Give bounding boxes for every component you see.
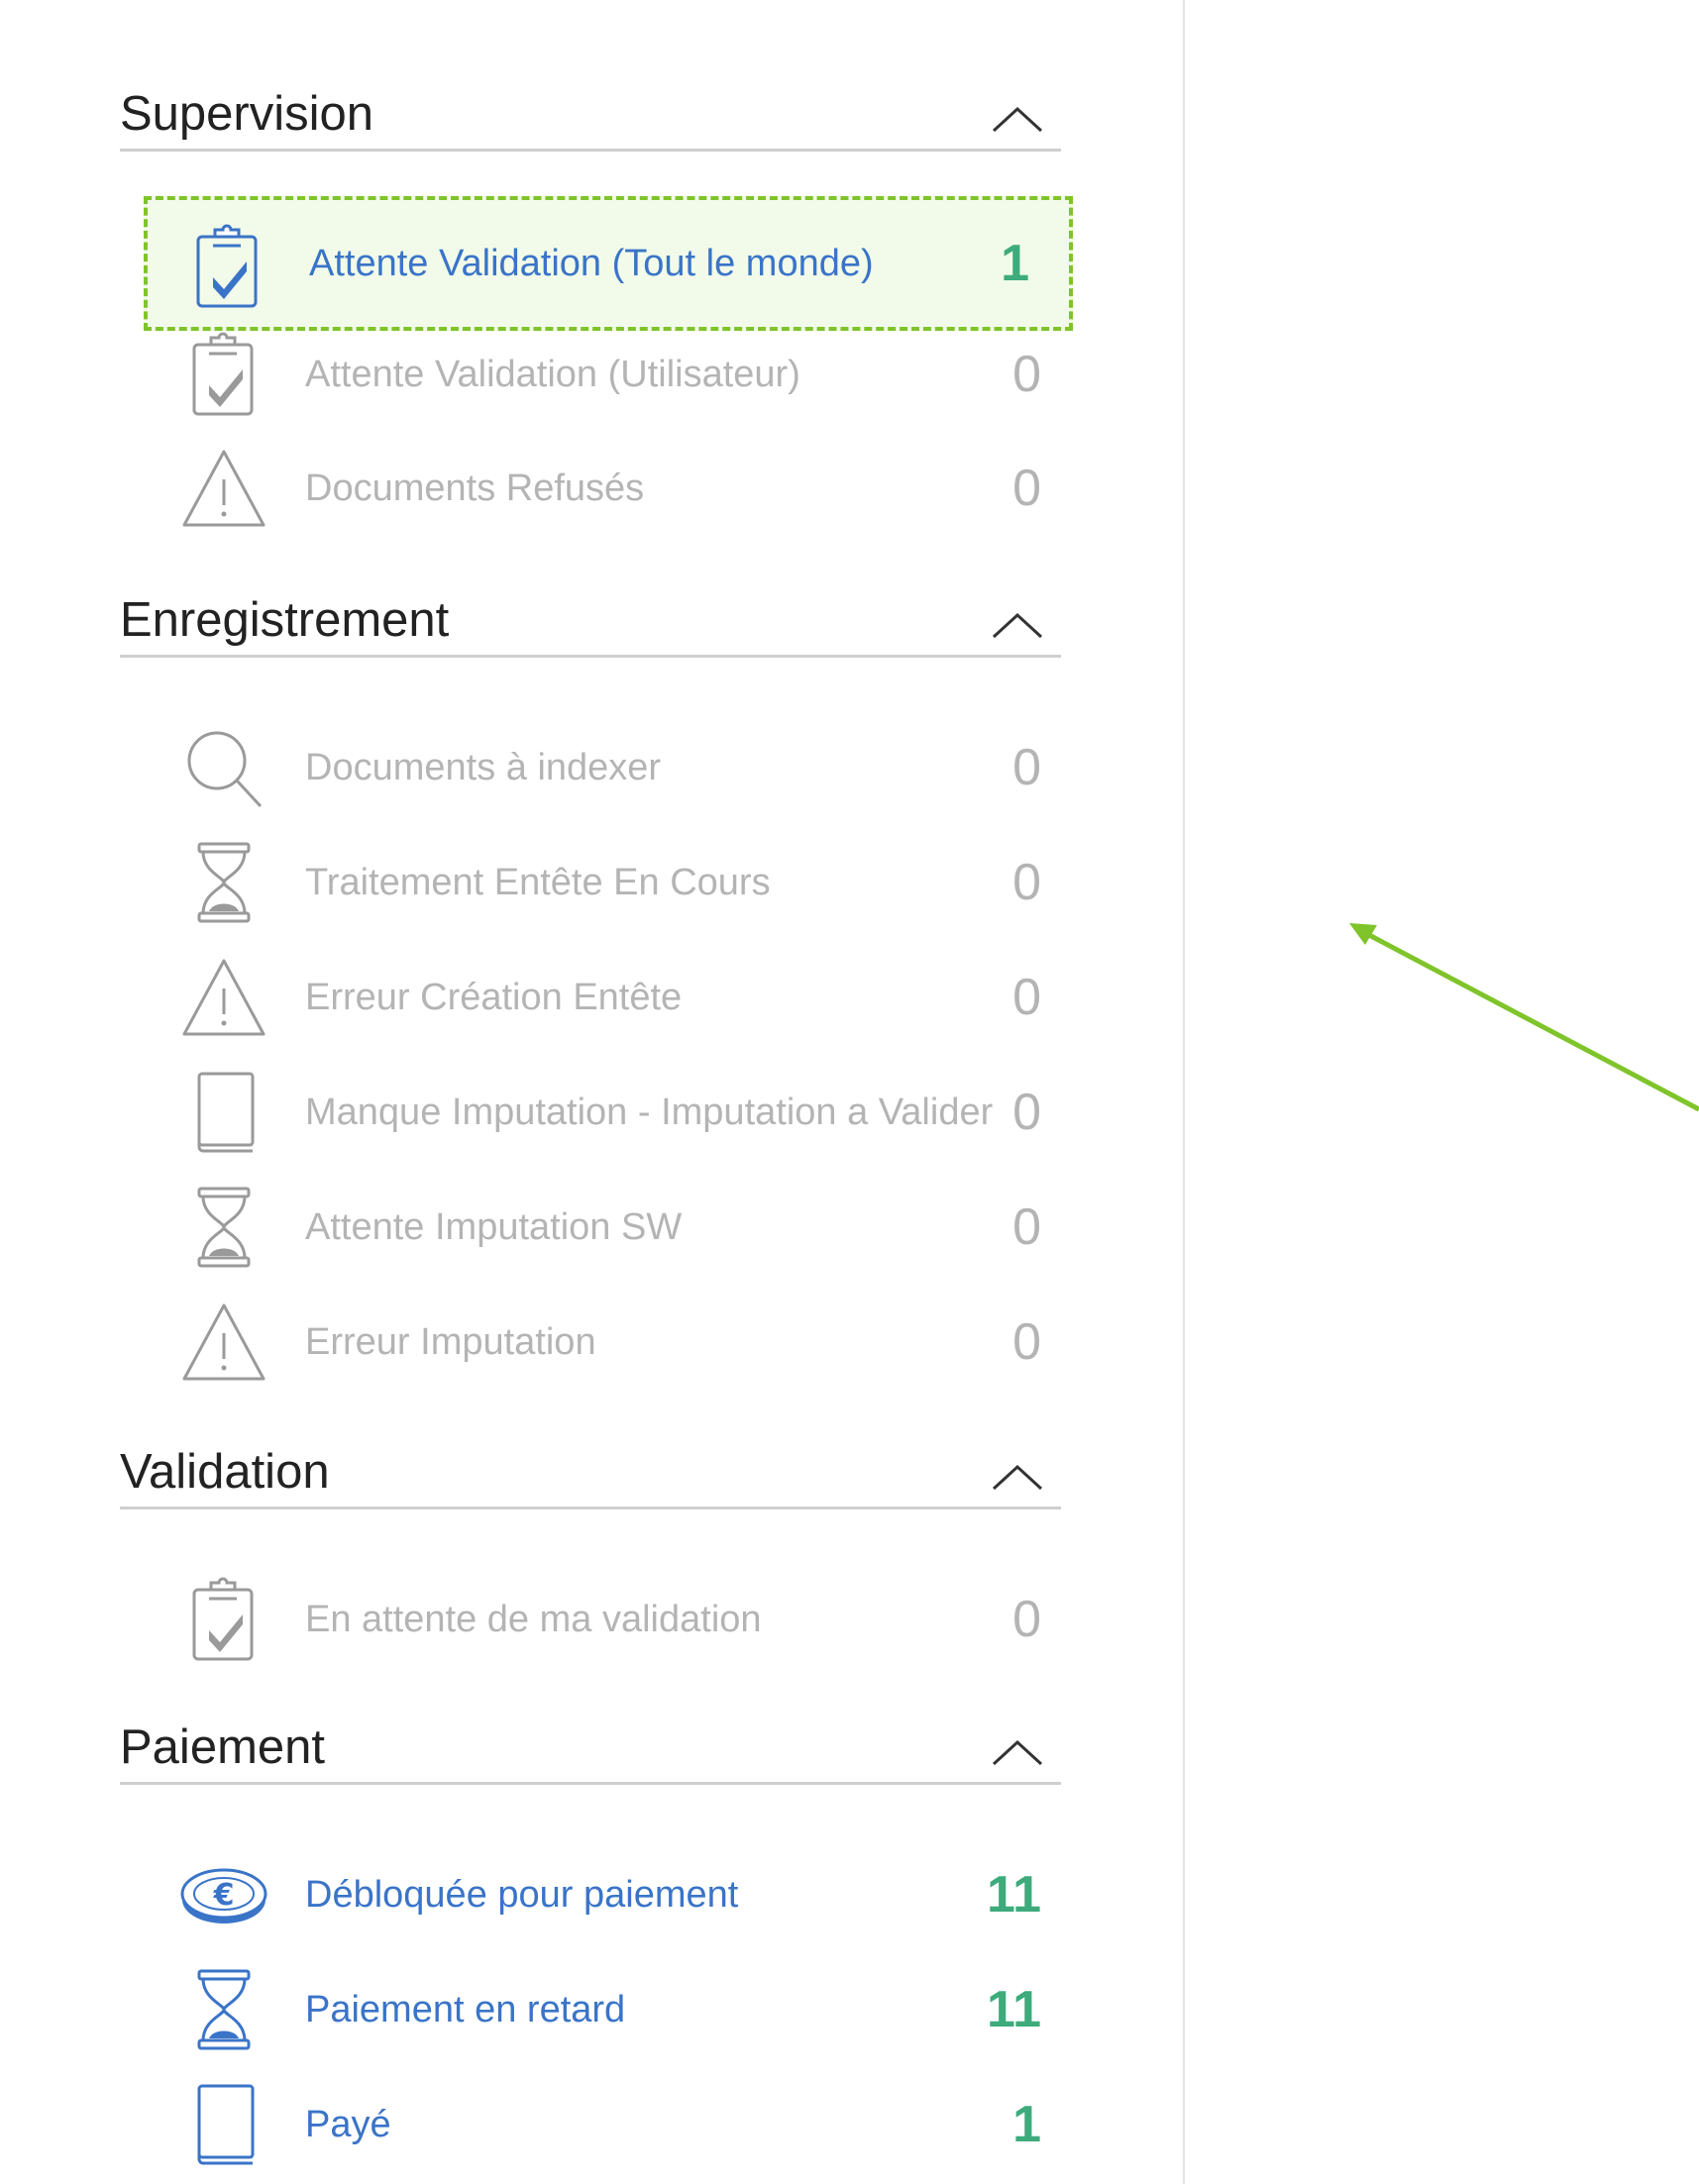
item-count: 11 bbox=[987, 1866, 1041, 1924]
item-label: Débloquée pour paiement bbox=[305, 1874, 739, 1916]
section-header[interactable]: Supervision bbox=[120, 79, 1061, 152]
item-count: 0 bbox=[1012, 854, 1041, 911]
warning-triangle-icon bbox=[179, 1298, 268, 1387]
chevron-up-icon[interactable] bbox=[988, 1447, 1047, 1507]
hourglass-icon bbox=[179, 1965, 268, 2054]
side-panel: Supervision Attente Validation (Tout le m… bbox=[0, 0, 1185, 2184]
item-count: 1 bbox=[1012, 2096, 1041, 2153]
clipboard-check-icon bbox=[179, 1575, 268, 1664]
item-count: 0 bbox=[1012, 1313, 1041, 1371]
chevron-up-icon[interactable] bbox=[988, 595, 1047, 655]
item-label: Payé bbox=[305, 2104, 391, 2145]
section-title: Enregistrement bbox=[120, 593, 450, 647]
item-count: 11 bbox=[987, 1981, 1041, 2038]
list-item[interactable]: Documents Refusés 0 bbox=[120, 434, 1061, 543]
hourglass-icon bbox=[179, 838, 268, 927]
chevron-up-icon[interactable] bbox=[988, 1722, 1047, 1782]
warning-triangle-icon bbox=[179, 953, 268, 1042]
item-label: Attente Validation (Tout le monde) bbox=[309, 243, 874, 284]
chevron-up-icon[interactable] bbox=[988, 89, 1047, 149]
list-item[interactable]: Erreur Imputation 0 bbox=[120, 1288, 1061, 1397]
book-icon bbox=[179, 1068, 268, 1157]
clipboard-check-icon bbox=[183, 222, 272, 311]
item-count: 0 bbox=[1012, 460, 1041, 517]
list-item[interactable]: En attente de ma validation 0 bbox=[120, 1565, 1061, 1674]
item-count: 0 bbox=[1012, 969, 1041, 1026]
item-label: Attente Validation (Utilisateur) bbox=[305, 354, 800, 395]
item-label: Documents à indexer bbox=[305, 747, 662, 788]
section-validation: Validation En attente de ma validation 0 bbox=[120, 1437, 1061, 1509]
section-title: Paiement bbox=[120, 1720, 326, 1774]
item-count: 0 bbox=[1012, 346, 1041, 403]
hourglass-icon bbox=[179, 1183, 268, 1272]
item-label: Paiement en retard bbox=[305, 1989, 626, 2030]
section-title: Validation bbox=[120, 1445, 330, 1499]
item-label: Erreur Création Entête bbox=[305, 977, 683, 1018]
item-count: 0 bbox=[1012, 739, 1041, 796]
list-item[interactable]: Attente Imputation SW 0 bbox=[120, 1173, 1061, 1282]
section-enregistrement: Enregistrement Documents à indexer 0 Traite… bbox=[120, 585, 1061, 658]
item-label: Manque Imputation - Imputation a Valider bbox=[305, 1092, 994, 1133]
search-icon bbox=[179, 723, 268, 812]
book-icon bbox=[179, 2080, 268, 2169]
item-label: En attente de ma validation bbox=[305, 1599, 762, 1640]
section-supervision: Supervision Attente Validation (Tout le m… bbox=[120, 79, 1073, 152]
section-header[interactable]: Enregistrement bbox=[120, 585, 1061, 658]
list-item[interactable]: Payé 1 bbox=[120, 2070, 1061, 2179]
list-item[interactable]: Attente Validation (Utilisateur) 0 bbox=[120, 320, 1061, 429]
item-count: 0 bbox=[1012, 1198, 1041, 1256]
list-item[interactable]: Paiement en retard 11 bbox=[120, 1955, 1061, 2064]
list-item[interactable]: Débloquée pour paiement 11 bbox=[120, 1840, 1061, 1949]
item-label: Attente Imputation SW bbox=[305, 1206, 683, 1248]
list-item[interactable]: Traitement Entête En Cours 0 bbox=[120, 828, 1061, 937]
section-title: Supervision bbox=[120, 87, 374, 141]
item-label: Documents Refusés bbox=[305, 468, 645, 509]
list-item[interactable]: Manque Imputation - Imputation a Valider… bbox=[120, 1058, 1061, 1167]
stage: Supervision Attente Validation (Tout le m… bbox=[0, 0, 1699, 2184]
item-label: Traitement Entête En Cours bbox=[305, 862, 771, 903]
list-item[interactable]: Erreur Création Entête 0 bbox=[120, 943, 1061, 1052]
list-item[interactable]: Documents à indexer 0 bbox=[120, 713, 1061, 822]
warning-triangle-icon bbox=[179, 444, 268, 533]
section-paiement: Paiement Débloquée pour paiement 11 Paiemen… bbox=[120, 1713, 1061, 1785]
section-header[interactable]: Validation bbox=[120, 1437, 1061, 1509]
clipboard-check-icon bbox=[179, 330, 268, 419]
annotation-arrow bbox=[1349, 923, 1699, 1112]
item-count: 1 bbox=[1001, 235, 1029, 292]
item-count: 0 bbox=[1012, 1591, 1041, 1648]
list-item[interactable]: Attente Validation (Tout le monde) 1 bbox=[144, 196, 1073, 331]
euro-coin-icon bbox=[179, 1850, 268, 1939]
item-label: Erreur Imputation bbox=[305, 1321, 596, 1363]
item-count: 0 bbox=[1012, 1084, 1041, 1141]
section-header[interactable]: Paiement bbox=[120, 1713, 1061, 1785]
